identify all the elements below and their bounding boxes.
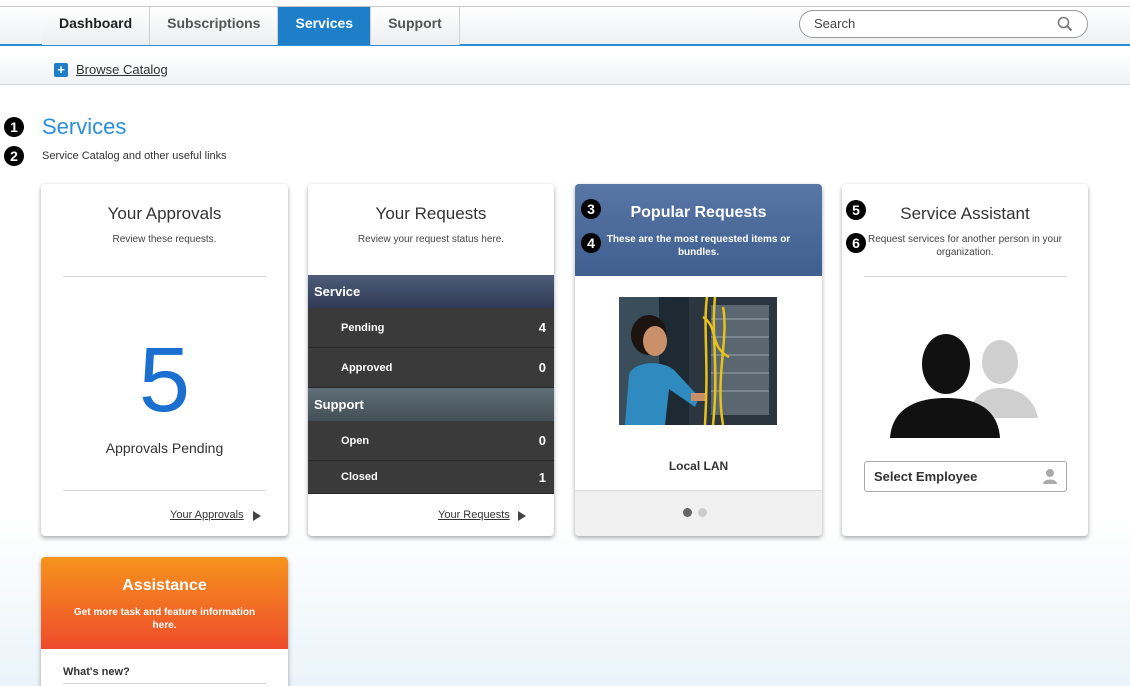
browse-catalog-link[interactable]: + Browse Catalog	[54, 62, 168, 77]
request-row-approved[interactable]: Approved 0	[308, 348, 554, 388]
your-requests-link[interactable]: Your Requests	[438, 509, 510, 521]
carousel-dot-active[interactable]	[683, 508, 692, 517]
carousel-dots	[683, 508, 713, 517]
assistance-card: Assistance Get more task and feature inf…	[41, 557, 288, 686]
divider	[864, 276, 1067, 277]
search-icon[interactable]	[1057, 16, 1073, 35]
requests-title: Your Requests	[375, 204, 487, 223]
top-nav-bar: Dashboard Subscriptions Services Support	[0, 6, 1130, 46]
popular-description: These are the most requested items or bu…	[606, 234, 791, 258]
request-row-label: Closed	[341, 471, 378, 483]
carousel-dot[interactable]	[698, 508, 707, 517]
tab-subscriptions[interactable]: Subscriptions	[150, 7, 279, 45]
request-row-value: 4	[538, 320, 546, 335]
popular-title: Popular Requests	[630, 204, 767, 221]
divider	[63, 683, 266, 684]
approvals-card: Your Approvals Review these requests. 5 …	[41, 184, 288, 536]
people-icon	[888, 322, 1042, 440]
request-row-pending[interactable]: Pending 4	[308, 308, 554, 348]
support-section-header: Support	[308, 388, 554, 421]
callout-marker-6: 6	[846, 233, 866, 253]
main-tabs: Dashboard Subscriptions Services Support	[42, 7, 460, 45]
divider	[63, 490, 266, 491]
assistance-header	[41, 557, 288, 649]
request-row-open[interactable]: Open 0	[308, 421, 554, 461]
request-row-label: Pending	[341, 322, 385, 334]
request-row-label: Open	[341, 435, 370, 447]
callout-marker-5: 5	[846, 200, 866, 220]
callout-marker-3: 3	[581, 199, 601, 219]
service-assistant-card: Service Assistant Request services for a…	[842, 184, 1088, 536]
whats-new-link[interactable]: What's new?	[63, 666, 130, 678]
request-row-value: 0	[538, 433, 546, 448]
requests-description: Review your request status here.	[357, 234, 505, 245]
popular-requests-card: Popular Requests These are the most requ…	[575, 184, 822, 536]
tab-dashboard[interactable]: Dashboard	[42, 7, 151, 45]
browse-catalog-label[interactable]: Browse Catalog	[76, 62, 168, 77]
callout-marker-2: 2	[4, 146, 24, 166]
service-section-header: Service	[308, 275, 554, 308]
local-lan-image[interactable]	[619, 296, 777, 426]
person-icon	[1043, 468, 1057, 487]
assistance-title: Assistance	[122, 577, 207, 594]
your-approvals-link[interactable]: Your Approvals	[170, 509, 244, 521]
page-subtitle: Service Catalog and other useful links	[42, 150, 227, 162]
assistance-description: Get more task and feature information he…	[73, 607, 256, 631]
callout-marker-4: 4	[581, 233, 601, 253]
request-row-closed[interactable]: Closed 1	[308, 461, 554, 494]
assistant-description: Request services for another person in y…	[868, 234, 1062, 258]
approvals-count-label: Approvals Pending	[105, 440, 224, 456]
select-employee-field[interactable]: Select Employee	[864, 461, 1067, 492]
popular-header	[575, 184, 822, 276]
sub-toolbar: + Browse Catalog	[0, 55, 1130, 85]
plus-icon: +	[54, 62, 68, 77]
popular-item-label[interactable]: Local LAN	[575, 459, 822, 473]
approvals-title: Your Approvals	[107, 204, 222, 223]
divider	[63, 276, 266, 277]
arrow-right-icon[interactable]	[518, 511, 526, 521]
select-employee-label: Select Employee	[874, 469, 978, 484]
page-title: Services	[42, 114, 127, 139]
tab-support[interactable]: Support	[371, 7, 460, 45]
callout-marker-1: 1	[4, 117, 24, 137]
search-input[interactable]	[814, 16, 1034, 31]
arrow-right-icon[interactable]	[253, 511, 261, 521]
request-row-value: 1	[538, 470, 546, 485]
approvals-description: Review these requests.	[112, 234, 217, 245]
request-row-label: Approved	[341, 362, 393, 374]
tab-services[interactable]: Services	[278, 7, 372, 45]
assistant-title: Service Assistant	[900, 204, 1030, 223]
search-box	[799, 10, 1088, 38]
request-row-value: 0	[538, 360, 546, 375]
requests-card: Your Requests Review your request status…	[308, 184, 554, 536]
approvals-count[interactable]: 5	[41, 334, 288, 426]
